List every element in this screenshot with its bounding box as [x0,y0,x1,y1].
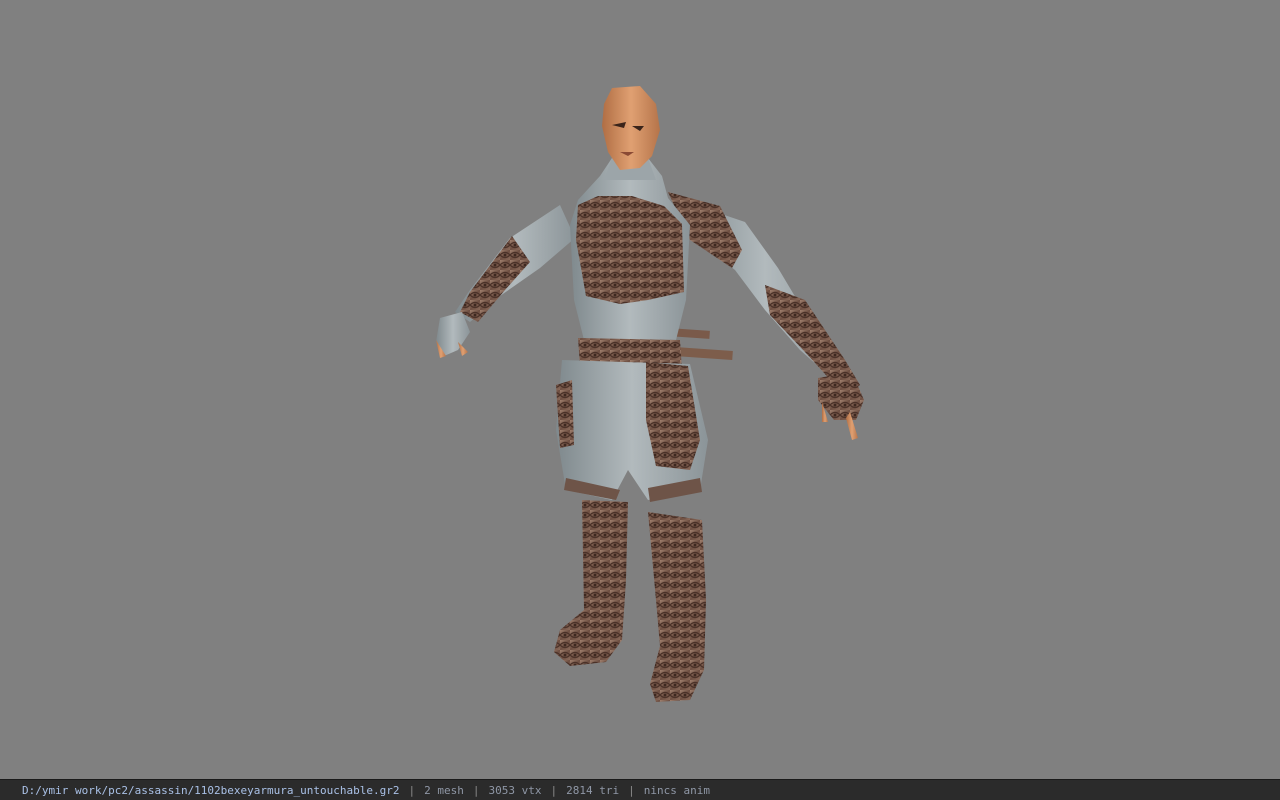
vertex-count-text: 3053 vtx [488,783,542,797]
head-shape [602,86,660,170]
file-path-text: D:/ymir work/pc2/assassin/1102bexeyarmur… [22,783,400,797]
status-separator: | [472,783,480,797]
status-bar: D:/ymir work/pc2/assassin/1102bexeyarmur… [0,779,1280,800]
boots-shape [554,500,706,702]
triangle-count-text: 2814 tri [566,783,620,797]
animation-status-text: nincs anim [643,783,710,797]
legs-shape [556,360,708,502]
character-model-icon[interactable] [0,0,1280,779]
left-arm-shape [436,205,575,358]
status-separator: | [628,783,635,797]
status-separator: | [550,783,558,797]
torso-shape [570,158,690,340]
mesh-count-text: 2 mesh [424,783,464,797]
3d-viewport[interactable] [0,0,1280,779]
status-separator: | [408,783,416,797]
